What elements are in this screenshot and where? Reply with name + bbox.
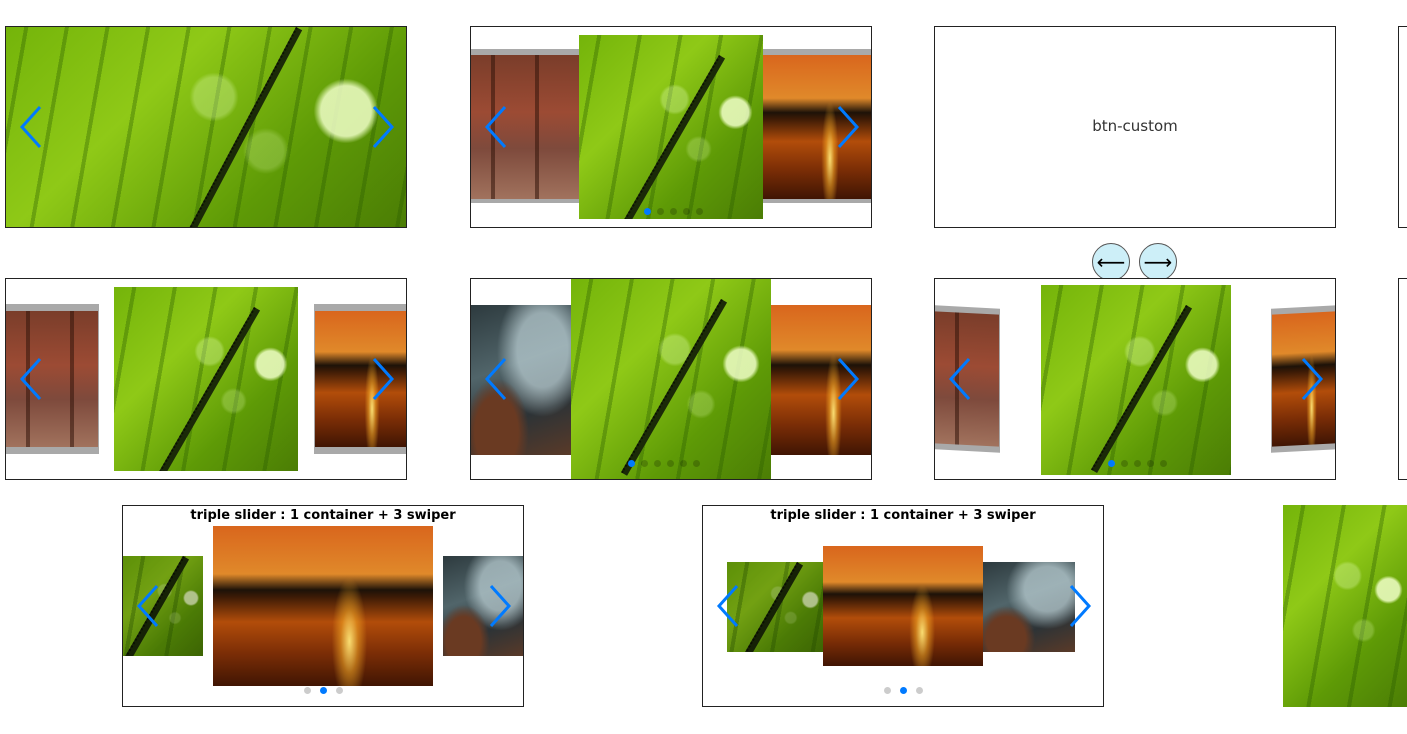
next-button[interactable] — [835, 105, 861, 149]
pagination-bullet[interactable] — [1121, 460, 1128, 467]
slider-coverflow-3[interactable] — [470, 278, 872, 480]
pagination-bullet[interactable] — [1160, 460, 1167, 467]
ant-line — [159, 307, 261, 471]
slide-image-sunset — [213, 526, 433, 686]
chevron-right-icon — [1301, 357, 1324, 401]
chevron-left-icon — [948, 357, 971, 401]
ant-line — [742, 562, 804, 652]
pagination-bullet[interactable] — [320, 687, 327, 694]
pagination-bullet[interactable] — [1108, 460, 1115, 467]
prev-button[interactable] — [947, 357, 973, 401]
pagination-bullet[interactable] — [884, 687, 891, 694]
prev-button[interactable] — [135, 584, 161, 628]
prev-button[interactable] — [18, 105, 44, 149]
chevron-right-icon — [1069, 584, 1092, 628]
btn-custom-label: btn-custom — [1092, 117, 1178, 135]
chevron-left-icon — [136, 584, 159, 628]
pagination-bullet[interactable] — [1134, 460, 1141, 467]
slider-custom-nav[interactable] — [934, 278, 1336, 480]
slider-partial-grass[interactable] — [1283, 505, 1407, 707]
next-button[interactable] — [1299, 357, 1325, 401]
chevron-right-icon — [489, 584, 512, 628]
pagination-bullet[interactable] — [654, 460, 661, 467]
chevron-right-icon — [372, 105, 395, 149]
pagination-bullet[interactable] — [644, 208, 651, 215]
chevron-left-icon — [19, 105, 42, 149]
slider-coverflow[interactable] — [470, 26, 872, 228]
ant-line — [1091, 305, 1193, 474]
pagination-bullet[interactable] — [696, 208, 703, 215]
pagination-bullet[interactable] — [683, 208, 690, 215]
slider-basic[interactable] — [5, 26, 407, 228]
slide-image-grass — [114, 287, 298, 471]
pagination-bullet[interactable] — [693, 460, 700, 467]
chevron-right-icon — [837, 357, 860, 401]
chevron-left-icon — [484, 357, 507, 401]
pagination — [628, 460, 700, 467]
prev-button[interactable] — [18, 357, 44, 401]
slide-image-grass — [6, 27, 406, 227]
chevron-left-icon — [484, 105, 507, 149]
pagination-bullet[interactable] — [304, 687, 311, 694]
slider-partial[interactable] — [1398, 278, 1407, 480]
triple-slider-title: triple slider : 1 container + 3 swiper — [770, 508, 1036, 523]
slide-image-grass — [579, 35, 763, 219]
pagination — [304, 687, 343, 694]
ant-line — [624, 55, 726, 219]
chevron-left-icon — [19, 357, 42, 401]
pagination-bullet[interactable] — [680, 460, 687, 467]
pagination-bullet[interactable] — [1147, 460, 1154, 467]
chevron-right-icon — [372, 357, 395, 401]
slide-image-grass — [1041, 285, 1231, 475]
prev-button[interactable] — [483, 357, 509, 401]
pagination-bullet[interactable] — [900, 687, 907, 694]
pagination — [884, 687, 923, 694]
arrow-left-icon: ⟵ — [1096, 250, 1126, 274]
slider-partial[interactable] — [1398, 26, 1407, 228]
pagination-bullet[interactable] — [667, 460, 674, 467]
slide-image-grass — [727, 562, 825, 652]
slide-image-rocks — [983, 562, 1075, 652]
chevron-left-icon — [716, 584, 739, 628]
triple-slider-title: triple slider : 1 container + 3 swiper — [190, 508, 456, 523]
next-button[interactable] — [835, 357, 861, 401]
next-button[interactable] — [370, 357, 396, 401]
slider-coverflow-2[interactable] — [5, 278, 407, 480]
prev-button[interactable] — [483, 105, 509, 149]
slider-btn-custom[interactable]: btn-custom — [934, 26, 1336, 228]
custom-prev-button[interactable]: ⟵ — [1092, 243, 1130, 281]
pagination — [1108, 460, 1167, 467]
triple-slider-1[interactable]: triple slider : 1 container + 3 swiper — [122, 505, 524, 707]
pagination-bullet[interactable] — [628, 460, 635, 467]
prev-button[interactable] — [715, 584, 741, 628]
pagination-bullet[interactable] — [916, 687, 923, 694]
slide-image-grass — [571, 279, 771, 479]
chevron-right-icon — [837, 105, 860, 149]
ant-line — [621, 299, 728, 476]
pagination — [644, 208, 703, 215]
pagination-bullet[interactable] — [670, 208, 677, 215]
pagination-bullet[interactable] — [336, 687, 343, 694]
custom-next-button[interactable]: ⟶ — [1139, 243, 1177, 281]
pagination-bullet[interactable] — [641, 460, 648, 467]
slide-image-sunset — [823, 546, 983, 666]
next-button[interactable] — [1067, 584, 1093, 628]
next-button[interactable] — [487, 584, 513, 628]
ant-line — [188, 27, 303, 227]
pagination-bullet[interactable] — [657, 208, 664, 215]
triple-slider-2[interactable]: triple slider : 1 container + 3 swiper — [702, 505, 1104, 707]
arrow-right-icon: ⟶ — [1143, 250, 1173, 274]
next-button[interactable] — [370, 105, 396, 149]
